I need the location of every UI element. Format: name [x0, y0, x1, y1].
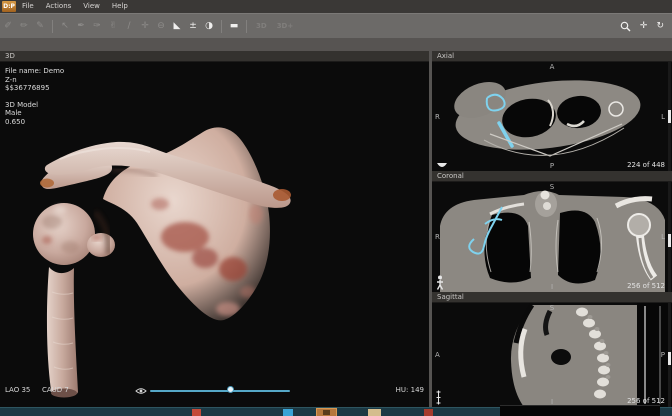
taskbar-app-icon[interactable]: [424, 409, 433, 416]
3d-plus-mode-button[interactable]: 3D+: [272, 22, 299, 30]
menu-help[interactable]: Help: [106, 0, 134, 13]
grab-tool-icon[interactable]: ✌: [105, 15, 121, 38]
overlay-series: Z-n: [5, 75, 17, 84]
orientation-superior: S: [549, 304, 555, 312]
panel-sagittal-title: Sagittal: [432, 292, 672, 303]
zoom-icon[interactable]: [620, 21, 631, 32]
sagittal-scrollbar-handle[interactable]: [668, 352, 671, 365]
viewport-3d-title: 3D: [0, 51, 429, 62]
orientation-posterior: P: [549, 162, 555, 170]
visibility-eye-icon[interactable]: [135, 387, 147, 395]
axial-scrollbar-handle[interactable]: [668, 110, 671, 123]
orientation-left: L: [661, 233, 665, 241]
taskbar-app-icon[interactable]: [368, 409, 381, 416]
slab-icon[interactable]: ▬: [226, 15, 242, 38]
panel-sagittal: Sagittal S I A P 256 of 512: [432, 292, 672, 407]
orientation-right: R: [435, 112, 440, 121]
viewport-3d-canvas[interactable]: File name: Demo Z-n $$36776895 3D Model …: [0, 62, 429, 407]
overlay-sex: Male: [5, 109, 22, 117]
panel-axial-title: Axial: [432, 51, 672, 62]
coronal-ct-image[interactable]: [432, 182, 672, 292]
panel-axial-canvas[interactable]: A P R L 224 of 448: [432, 62, 672, 171]
pen-tool-icon[interactable]: ✑: [89, 15, 105, 38]
patient-position-icon: [437, 163, 447, 167]
orientation-caud: CAUD 7: [42, 386, 69, 394]
orientation-right: R: [435, 233, 440, 241]
orientation-inferior: I: [550, 283, 554, 291]
panel-axial: Axial A P R L 224 of 448: [432, 51, 672, 171]
os-taskbar[interactable]: [0, 405, 672, 416]
overlay-id: $$36776895: [5, 84, 50, 92]
axial-ct-image[interactable]: [432, 62, 672, 171]
draw-tool-icon[interactable]: ✐: [0, 15, 16, 38]
toolbar-status-strip: [0, 38, 672, 51]
orientation-lao: LAO 35: [5, 386, 31, 394]
person-icon: [436, 275, 444, 290]
measure-line-icon[interactable]: ∕: [121, 15, 137, 38]
slice-counter: 256 of 512: [627, 397, 665, 405]
panel-coronal-canvas[interactable]: S I R L 256 of 512: [432, 182, 672, 292]
crosshair-tool-icon[interactable]: ✛: [137, 15, 153, 38]
3d-model-render[interactable]: [0, 62, 429, 407]
scale-ruler-icon: [436, 390, 441, 405]
scalpel-tool-icon[interactable]: ✏: [16, 15, 32, 38]
menu-file[interactable]: File: [16, 0, 40, 13]
menu-bar: D:P File Actions View Help: [0, 0, 672, 13]
taskbar-flyout[interactable]: [500, 405, 660, 416]
overlay-model-label: 3D Model: [5, 100, 39, 109]
orientation-superior: S: [549, 183, 555, 191]
panel-sagittal-canvas[interactable]: S I A P 256 of 512: [432, 303, 672, 407]
menu-actions[interactable]: Actions: [40, 0, 78, 13]
cursor-tool-icon[interactable]: ↖: [57, 15, 73, 38]
viewport-3d: 3D File name: Demo Z-n $$36776895 3D Mod…: [0, 51, 429, 407]
panel-coronal: Coronal S I R L 256 of 512: [432, 171, 672, 292]
slice-counter: 256 of 512: [627, 282, 665, 290]
rotate-icon[interactable]: ↻: [656, 15, 664, 38]
orientation-left: L: [661, 112, 665, 121]
orientation-anterior: A: [549, 63, 555, 71]
overlay-opacity: 0.650: [5, 117, 26, 126]
3d-mode-button[interactable]: 3D: [251, 22, 272, 30]
contrast-icon[interactable]: ◑: [201, 15, 217, 38]
toolbar-separator: [246, 19, 247, 33]
overlay-file-name: File name: Demo: [5, 67, 65, 75]
study-overlay: File name: Demo Z-n $$36776895 3D Model …: [5, 67, 64, 126]
orientation-anterior: A: [435, 351, 440, 359]
panel-coronal-title: Coronal: [432, 171, 672, 182]
region-tool-icon[interactable]: ⊖: [153, 15, 169, 38]
sagittal-ct-image[interactable]: [432, 303, 672, 407]
taskbar-app-icon[interactable]: [283, 409, 293, 416]
coronal-scrollbar-handle[interactable]: [668, 234, 671, 247]
toolbar-separator: [52, 19, 53, 33]
hu-value: HU: 149: [395, 386, 424, 394]
toolbar: ✐ ✏ ✎ ↖ ✒ ✑ ✌ ∕ ✛ ⊖ ◣ ± ◑ ▬ 3D 3D+ ✛ ↻: [0, 13, 672, 38]
axial-scrollbar[interactable]: [668, 62, 671, 171]
opacity-slider-track[interactable]: [150, 390, 290, 392]
app-logo-icon[interactable]: D:P: [2, 1, 16, 12]
slice-counter: 224 of 448: [627, 161, 665, 169]
taskbar-active-app-icon[interactable]: [316, 408, 337, 416]
sagittal-scrollbar[interactable]: [668, 303, 671, 407]
toolbar-separator: [221, 19, 222, 33]
coronal-scrollbar[interactable]: [668, 182, 671, 292]
brush-tool-icon[interactable]: ✒: [73, 15, 89, 38]
pan-icon[interactable]: ✛: [640, 15, 648, 38]
edit-tool-icon[interactable]: ✎: [32, 15, 48, 38]
window-level-icon[interactable]: ±: [185, 15, 201, 38]
viewport-3d-footer: LAO 35 CAUD 7 HU: 149: [0, 386, 429, 396]
app-window: D:P File Actions View Help ✐ ✏ ✎ ↖ ✒ ✑ ✌…: [0, 0, 672, 416]
orientation-posterior: P: [660, 351, 665, 359]
taskbar-app-icon[interactable]: [192, 409, 201, 416]
menu-view[interactable]: View: [77, 0, 106, 13]
opacity-slider-handle[interactable]: [227, 386, 234, 393]
histogram-icon[interactable]: ◣: [169, 15, 185, 38]
